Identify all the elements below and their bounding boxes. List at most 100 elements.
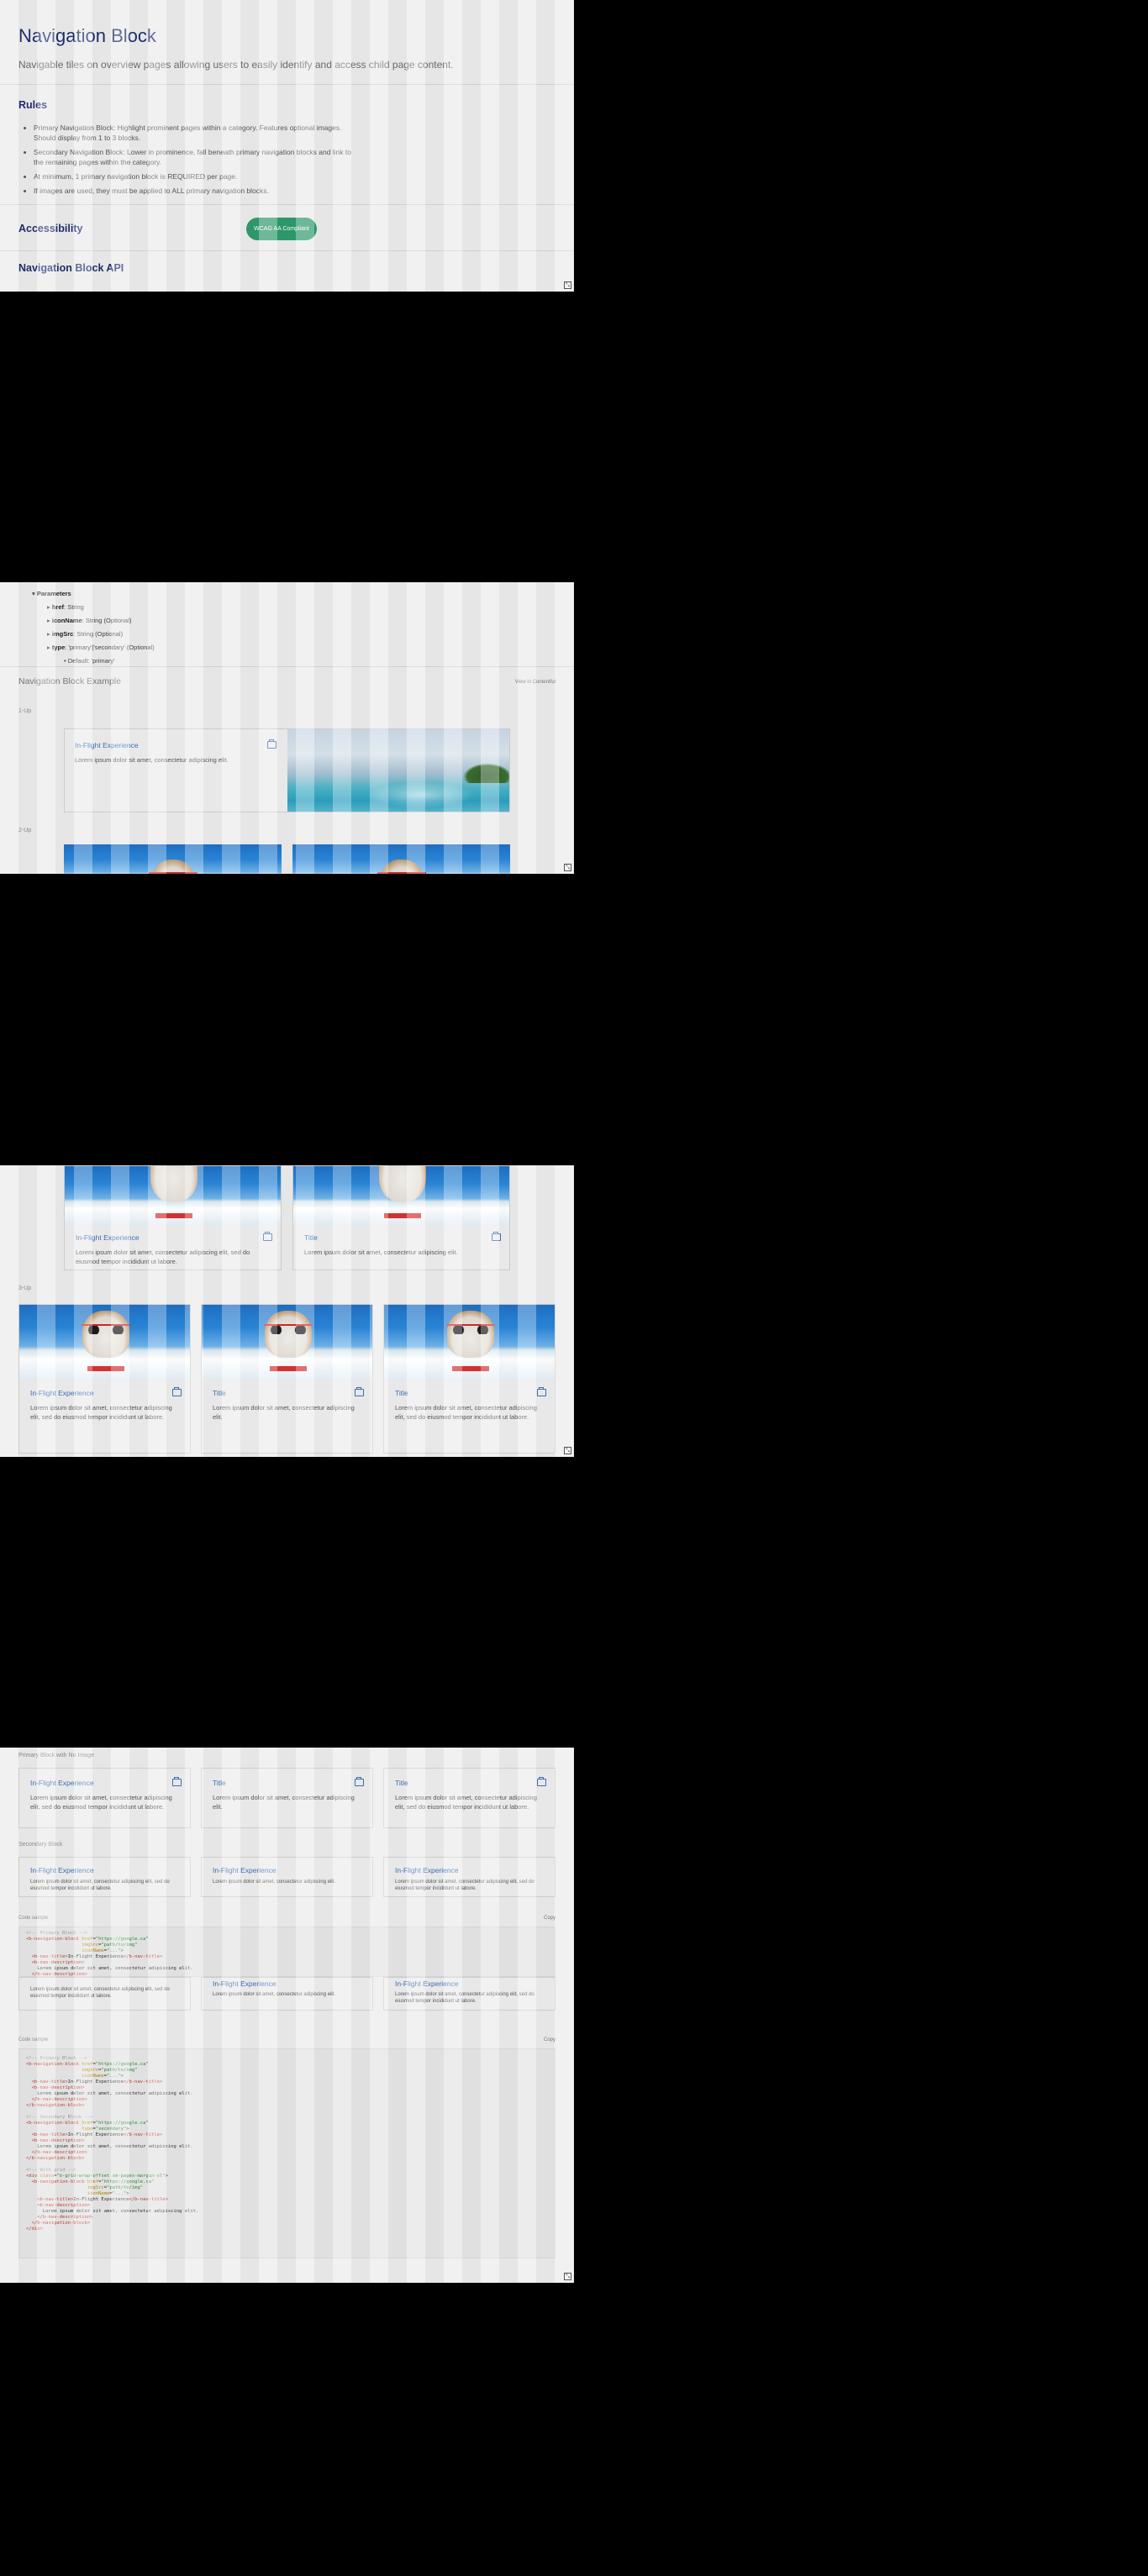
divider (0, 250, 574, 251)
nav-block-card[interactable]: In-Flight Experience Lorem ipsum dolor s… (64, 728, 510, 812)
panel-code: Primary Block with No Image In-Flight Ex… (0, 1748, 574, 2283)
card-description: Lorem ipsum dolor sit amet, consectetur … (213, 1794, 355, 1811)
folder-icon (355, 1777, 364, 1786)
example-title: Navigation Block Example (18, 676, 121, 686)
corner-icon: ⤡ (564, 2273, 571, 2280)
dog-image (65, 1166, 281, 1225)
secondary-block[interactable]: In-Flight Experience Lorem ipsum dolor s… (383, 1977, 556, 2011)
wcag-badge: WCAG AA Compliant (246, 218, 317, 240)
nav-block-card[interactable]: In-Flight Experience Lorem ipsum dolor s… (18, 1304, 191, 1454)
code-block-collapsed: <!-- Primary Block --> <b-navigation-blo… (18, 1927, 556, 1983)
divider (0, 666, 574, 667)
card-description: Lorem ipsum dolor sit amet, consectetur … (30, 1404, 172, 1421)
card-description: Lorem ipsum dolor sit amet, consectetur … (395, 1404, 537, 1421)
nav-block-card[interactable]: Title Lorem ipsum dolor sit amet, consec… (201, 1304, 373, 1454)
beach-image (287, 729, 509, 812)
card-title[interactable]: In-Flight Experience (395, 1866, 459, 1874)
card-title[interactable]: Title (395, 1389, 408, 1397)
nav-block-card[interactable]: Title Lorem ipsum dolor sit amet, consec… (201, 1768, 373, 1828)
params-label: ▾ Parameters (32, 590, 71, 597)
card-description: Lorem ipsum dolor sit amet, consectetur … (75, 756, 229, 764)
page-subtitle: Navigable tiles on overview pages allowi… (18, 59, 454, 71)
panel-cards: In-Flight Experience Lorem ipsum dolor s… (0, 1165, 574, 1457)
card-title[interactable]: In-Flight Experience (30, 1389, 94, 1397)
code-text: <!-- Primary Block --> <b-navigation-blo… (26, 2056, 199, 2232)
card-title[interactable]: In-Flight Experience (395, 1979, 459, 1988)
card-title[interactable]: Title (304, 1233, 318, 1242)
nav-block-card[interactable]: In-Flight Experience Lorem ipsum dolor s… (64, 1165, 282, 1270)
folder-icon (267, 739, 276, 749)
panel-api: ▾ Parameters ▸ href: String ▸ iconName: … (0, 582, 574, 874)
one-up-label: 1-Up (18, 708, 32, 714)
secondary-block[interactable]: Lorem ipsum dolor sit amet, consectetur … (18, 1977, 191, 2011)
view-in-contentful-link[interactable]: View in Contentful (515, 680, 556, 685)
card-title[interactable]: Title (213, 1389, 226, 1397)
folder-icon (172, 1387, 182, 1396)
divider (0, 84, 574, 85)
card-description: Lorem ipsum dolor sit amet, consectetur … (30, 1987, 170, 1999)
code-text: <!-- Primary Block --> <b-navigation-blo… (26, 1931, 193, 1983)
corner-icon: ⤡ (564, 864, 571, 871)
folder-icon (263, 1232, 272, 1241)
divider (0, 204, 574, 205)
card-description: Lorem ipsum dolor sit amet, consectetur … (395, 1879, 535, 1891)
corner-icon: ⤡ (564, 281, 571, 289)
card-description: Lorem ipsum dolor sit amet, consectetur … (30, 1879, 170, 1891)
card-title[interactable]: In-Flight Experience (213, 1979, 276, 1988)
card-title[interactable]: In-Flight Experience (30, 1866, 94, 1874)
dog-image (19, 1305, 190, 1380)
card-description: Lorem ipsum dolor sit amet, consectetur … (76, 1249, 250, 1265)
copy-button[interactable]: Copy (544, 2037, 556, 2042)
nav-block-card[interactable]: In-Flight Experience Lorem ipsum dolor s… (18, 1768, 191, 1828)
secondary-block[interactable]: In-Flight Experience Lorem ipsum dolor s… (18, 1857, 191, 1897)
folder-icon (537, 1387, 546, 1396)
rule-item: At minimum, 1 primary navigation block i… (34, 171, 361, 181)
card-description: Lorem ipsum dolor sit amet, consectetur … (395, 1794, 537, 1811)
card-title[interactable]: In-Flight Experience (76, 1233, 140, 1242)
two-up-label: 2-Up (18, 828, 32, 833)
dog-image (64, 844, 282, 874)
card-title[interactable]: Title (213, 1779, 226, 1787)
secondary-block[interactable]: In-Flight Experience Lorem ipsum dolor s… (201, 1977, 373, 2011)
code-block: <!-- Primary Block --> <b-navigation-blo… (18, 2048, 556, 2258)
card-title[interactable]: Title (395, 1779, 408, 1787)
dog-image (384, 1305, 555, 1380)
dog-image (292, 844, 510, 874)
rule-item: Primary Navigation Block: Highlight prom… (34, 123, 361, 143)
nav-block-card[interactable]: Title Lorem ipsum dolor sit amet, consec… (383, 1304, 556, 1454)
api-params: ▾ Parameters ▸ href: String ▸ iconName: … (25, 587, 155, 668)
dog-image (293, 1166, 509, 1225)
rules-list: Primary Navigation Block: Highlight prom… (34, 123, 361, 200)
param-item: ▸ type: 'primary'|'secondary' (Optional) (47, 644, 155, 651)
folder-icon (172, 1777, 182, 1786)
card-title[interactable]: In-Flight Experience (30, 1779, 94, 1787)
card-title[interactable]: In-Flight Experience (75, 741, 139, 749)
folder-icon (537, 1777, 546, 1786)
panel-intro: Navigation Block Navigable tiles on over… (0, 0, 574, 292)
card-description: Lorem ipsum dolor sit amet, consectetur … (304, 1249, 458, 1256)
code-sample-label: Code sample (18, 1916, 49, 1921)
corner-icon: ⤡ (564, 1447, 571, 1454)
param-item: ▸ iconName: String (Optional) (47, 617, 132, 624)
secondary-block[interactable]: In-Flight Experience Lorem ipsum dolor s… (201, 1857, 373, 1897)
copy-button[interactable]: Copy (544, 1916, 556, 1921)
rule-item: Secondary Navigation Block: Lower in pro… (34, 147, 361, 167)
secondary-block[interactable]: In-Flight Experience Lorem ipsum dolor s… (383, 1857, 556, 1897)
accessibility-heading: Accessibility (18, 223, 83, 234)
param-item: ▸ href: String (47, 603, 84, 611)
card-description: Lorem ipsum dolor sit amet, consectetur … (30, 1794, 172, 1811)
nav-block-card[interactable]: Title Lorem ipsum dolor sit amet, consec… (383, 1768, 556, 1828)
card-description: Lorem ipsum dolor sit amet, consectetur … (213, 1992, 336, 1997)
page-title: Navigation Block (18, 25, 156, 46)
three-up-label: 3-Up (18, 1285, 32, 1291)
param-item: ▸ imgSrc: String (Optional) (47, 630, 124, 638)
secondary-label: Secondary Block (18, 1842, 63, 1848)
folder-icon (355, 1387, 364, 1396)
card-description: Lorem ipsum dolor sit amet, consectetur … (395, 1992, 535, 2004)
no-image-label: Primary Block with No Image (18, 1753, 94, 1759)
code-sample-label: Code sample (18, 2037, 49, 2042)
dog-image (202, 1305, 372, 1380)
card-title[interactable]: In-Flight Experience (213, 1866, 276, 1874)
rules-heading: Rules (18, 99, 48, 111)
nav-block-card[interactable]: Title Lorem ipsum dolor sit amet, consec… (292, 1165, 510, 1270)
